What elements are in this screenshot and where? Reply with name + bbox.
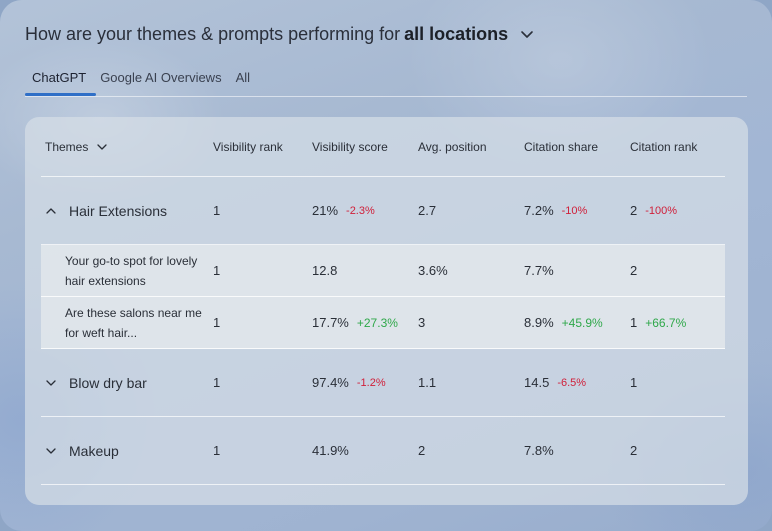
visibility-score: 41.9%: [312, 443, 349, 458]
citation-rank: 2: [630, 263, 638, 278]
theme-name: Hair Extensions: [69, 202, 168, 219]
visibility-score-cell: 17.7% +27.3%: [312, 315, 398, 330]
visibility-rank: 1: [213, 315, 221, 330]
avg-position: 3: [418, 315, 426, 330]
window-frame: How are your themes & prompts performing…: [0, 0, 772, 531]
visibility-score-cell: 97.4% -1.2%: [312, 375, 386, 390]
avg-position: 1.1: [418, 375, 437, 390]
visibility-rank: 1: [213, 375, 221, 390]
visibility-rank: 1: [213, 443, 221, 458]
column-header: Citation share: [524, 139, 599, 154]
citation-rank-delta: -100%: [645, 204, 678, 217]
theme-name: Blow dry bar: [69, 374, 147, 391]
citation-rank: 1: [630, 375, 638, 390]
themes-column-sort[interactable]: Themes: [45, 140, 108, 154]
visibility-score: 21%: [312, 203, 339, 218]
page-title: How are your themes & prompts performing…: [25, 22, 536, 46]
table-row[interactable]: Hair Extensions 1 21% -2.3% 2.7 7.2% -10…: [41, 177, 725, 245]
theme-toggle[interactable]: Makeup: [45, 443, 119, 459]
citation-rank: 2: [630, 203, 638, 218]
visibility-score-delta: -2.3%: [346, 204, 375, 217]
citation-share: 7.2%: [524, 203, 554, 218]
prompt-row[interactable]: Are these salons near me for weft hair..…: [41, 297, 725, 349]
citation-share-cell: 14.5 -6.5%: [524, 375, 586, 390]
column-header: Visibility rank: [213, 139, 283, 154]
column-header: Visibility score: [312, 139, 388, 154]
column-header: Themes: [45, 139, 89, 154]
visibility-score: 12.8: [312, 263, 338, 278]
citation-share-cell: 8.9% +45.9%: [524, 315, 603, 330]
citation-rank: 1: [630, 315, 638, 330]
title-prefix: How are your themes & prompts performing…: [25, 23, 401, 44]
citation-rank-delta: +66.7%: [645, 315, 687, 330]
theme-toggle[interactable]: Hair Extensions: [45, 203, 167, 219]
column-header: Avg. position: [418, 139, 487, 154]
prompt-row[interactable]: Your go-to spot for lovely hair extensio…: [41, 245, 725, 297]
citation-share-delta: -6.5%: [557, 376, 587, 389]
visibility-score: 17.7%: [312, 315, 349, 330]
citation-share: 7.8%: [524, 443, 554, 458]
visibility-rank: 1: [213, 263, 221, 278]
table-row[interactable]: Blow dry bar 1 97.4% -1.2% 1.1 14.5 -6.5…: [41, 349, 725, 417]
tab-chatgpt[interactable]: ChatGPT: [25, 64, 93, 96]
themes-table: Themes Visibility rank Visibility score …: [25, 117, 748, 505]
chevron-down-icon[interactable]: [45, 445, 57, 457]
citation-rank-cell: 1 +66.7%: [630, 315, 686, 330]
chevron-down-icon[interactable]: [45, 377, 57, 389]
tab-all[interactable]: All: [229, 64, 257, 96]
citation-rank-cell: 2 -100%: [630, 203, 677, 218]
citation-share-cell: 7.2% -10%: [524, 203, 587, 218]
tab-google-ai-overviews[interactable]: Google AI Overviews: [93, 64, 228, 96]
visibility-score-delta: +27.3%: [356, 315, 398, 330]
column-header: Citation rank: [630, 139, 698, 154]
active-tab-indicator: [25, 93, 96, 96]
visibility-score-delta: -1.2%: [356, 376, 386, 389]
theme-toggle[interactable]: Blow dry bar: [45, 375, 147, 391]
table-header: Themes Visibility rank Visibility score …: [41, 117, 725, 177]
avg-position: 2.7: [418, 203, 437, 218]
prompt-cell: Are these salons near me for weft hair..…: [65, 303, 205, 343]
tab-bar: ChatGPT Google AI Overviews All: [25, 64, 747, 97]
visibility-score-cell: 21% -2.3%: [312, 203, 375, 218]
table-row[interactable]: Makeup 1 41.9% 2 7.8% 2: [41, 417, 725, 485]
chevron-down-icon: [97, 143, 108, 150]
theme-name: Makeup: [69, 442, 119, 459]
citation-share: 7.7%: [524, 263, 554, 278]
citation-share: 14.5: [524, 375, 550, 390]
prompt-text: Are these salons near me for weft hair..…: [65, 305, 202, 340]
citation-share-delta: +45.9%: [561, 315, 603, 330]
avg-position: 2: [418, 443, 426, 458]
citation-share-delta: -10%: [561, 204, 588, 217]
chevron-down-icon[interactable]: [518, 25, 536, 43]
avg-position: 3.6%: [418, 263, 448, 278]
prompt-cell: Your go-to spot for lovely hair extensio…: [65, 251, 205, 291]
citation-share: 8.9%: [524, 315, 554, 330]
visibility-rank: 1: [213, 203, 221, 218]
location-selector[interactable]: all locations: [404, 24, 508, 45]
prompt-text: Your go-to spot for lovely hair extensio…: [65, 253, 198, 288]
chevron-up-icon[interactable]: [45, 205, 57, 217]
citation-rank: 2: [630, 443, 638, 458]
visibility-score: 97.4%: [312, 375, 349, 390]
